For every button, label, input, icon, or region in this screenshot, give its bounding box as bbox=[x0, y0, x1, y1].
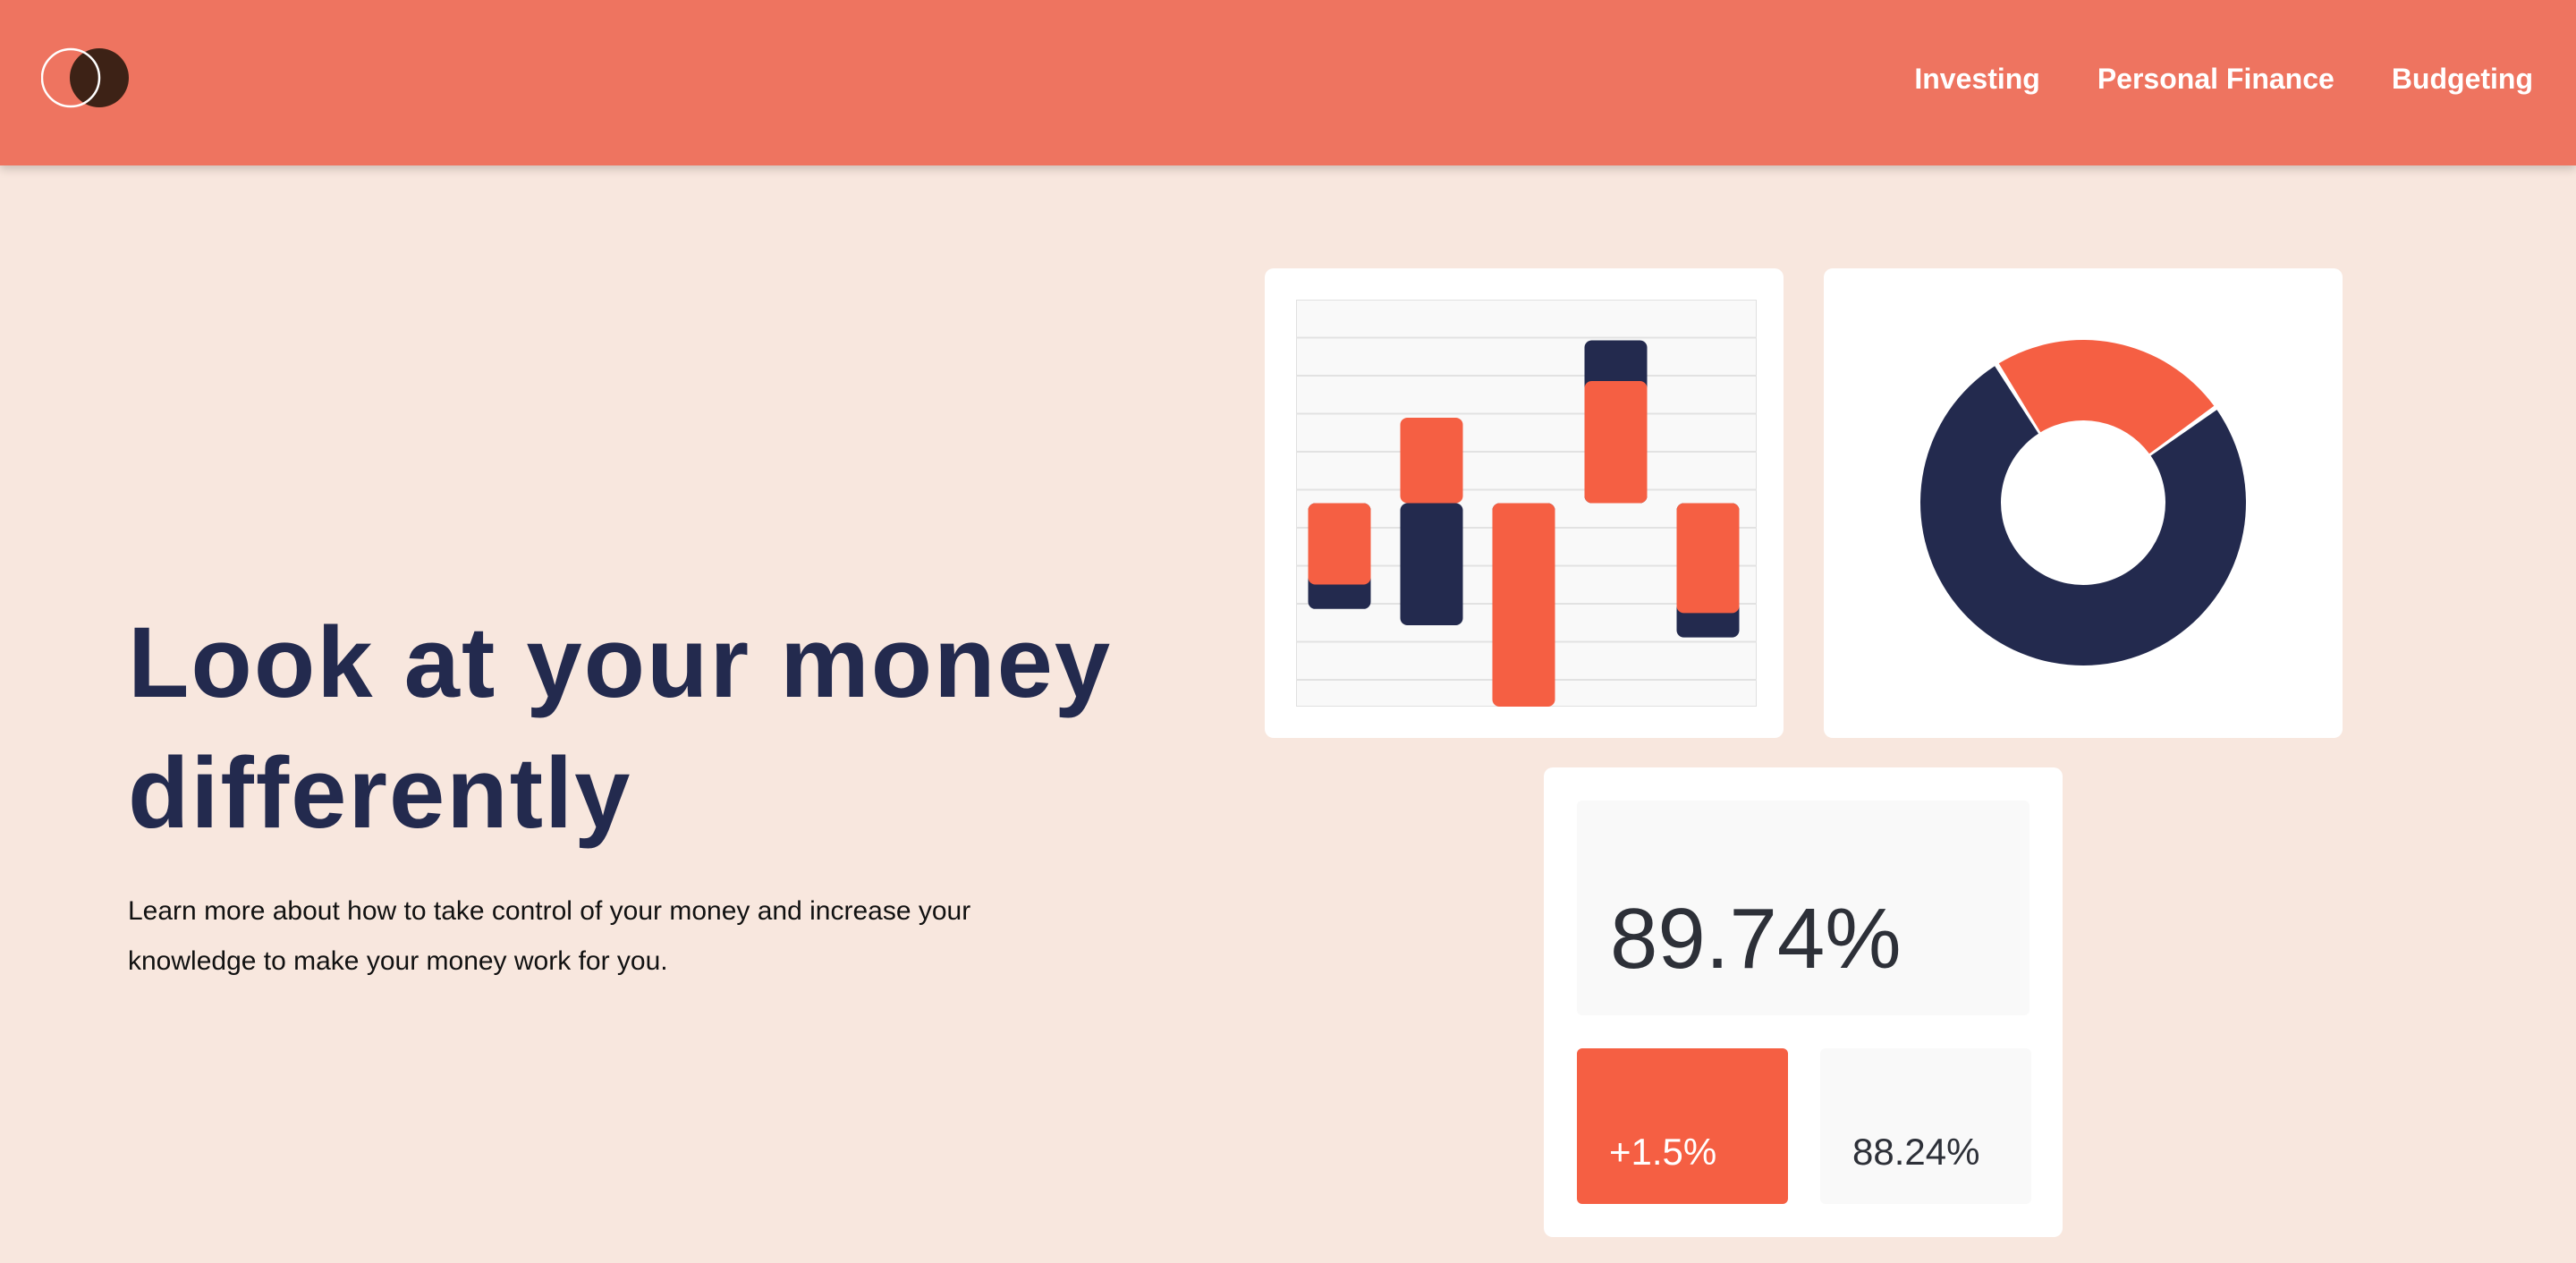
change-stat-value: +1.5% bbox=[1609, 1131, 1717, 1173]
donut-chart bbox=[1920, 340, 2246, 665]
hero-title-line-2: differently bbox=[128, 737, 632, 849]
main-nav: Investing Personal Finance Budgeting bbox=[1914, 55, 2533, 102]
hero-title: Look at your money differently bbox=[128, 598, 1273, 859]
chart-bar bbox=[1400, 503, 1463, 625]
donut-chart-card bbox=[1824, 268, 2343, 738]
hero-title-line-1: Look at your money bbox=[128, 606, 1113, 718]
secondary-stat-tile: 88.24% bbox=[1820, 1048, 2031, 1204]
main-stat-value: 89.74% bbox=[1610, 891, 1902, 987]
chart-bar bbox=[1308, 503, 1371, 585]
chart-bar bbox=[1584, 381, 1648, 504]
chart-bar bbox=[1492, 503, 1555, 707]
main-stat-tile: 89.74% bbox=[1577, 801, 2029, 1015]
top-navigation-bar: Investing Personal Finance Budgeting bbox=[0, 0, 2576, 165]
chart-bar bbox=[1676, 503, 1740, 614]
change-stat-tile: +1.5% bbox=[1577, 1048, 1788, 1204]
nav-link-budgeting[interactable]: Budgeting bbox=[2392, 55, 2533, 102]
secondary-stat-value: 88.24% bbox=[1852, 1131, 1980, 1173]
bar-chart bbox=[1296, 300, 1757, 707]
chart-bar bbox=[1400, 417, 1463, 504]
hero-subtitle: Learn more about how to take control of … bbox=[128, 896, 971, 976]
logo-icon[interactable] bbox=[41, 47, 134, 109]
nav-link-personal-finance[interactable]: Personal Finance bbox=[2097, 55, 2334, 102]
bar-chart-card bbox=[1265, 268, 1784, 738]
nav-link-investing[interactable]: Investing bbox=[1914, 55, 2039, 102]
stats-card: 89.74% +1.5% 88.24% bbox=[1544, 767, 2063, 1237]
